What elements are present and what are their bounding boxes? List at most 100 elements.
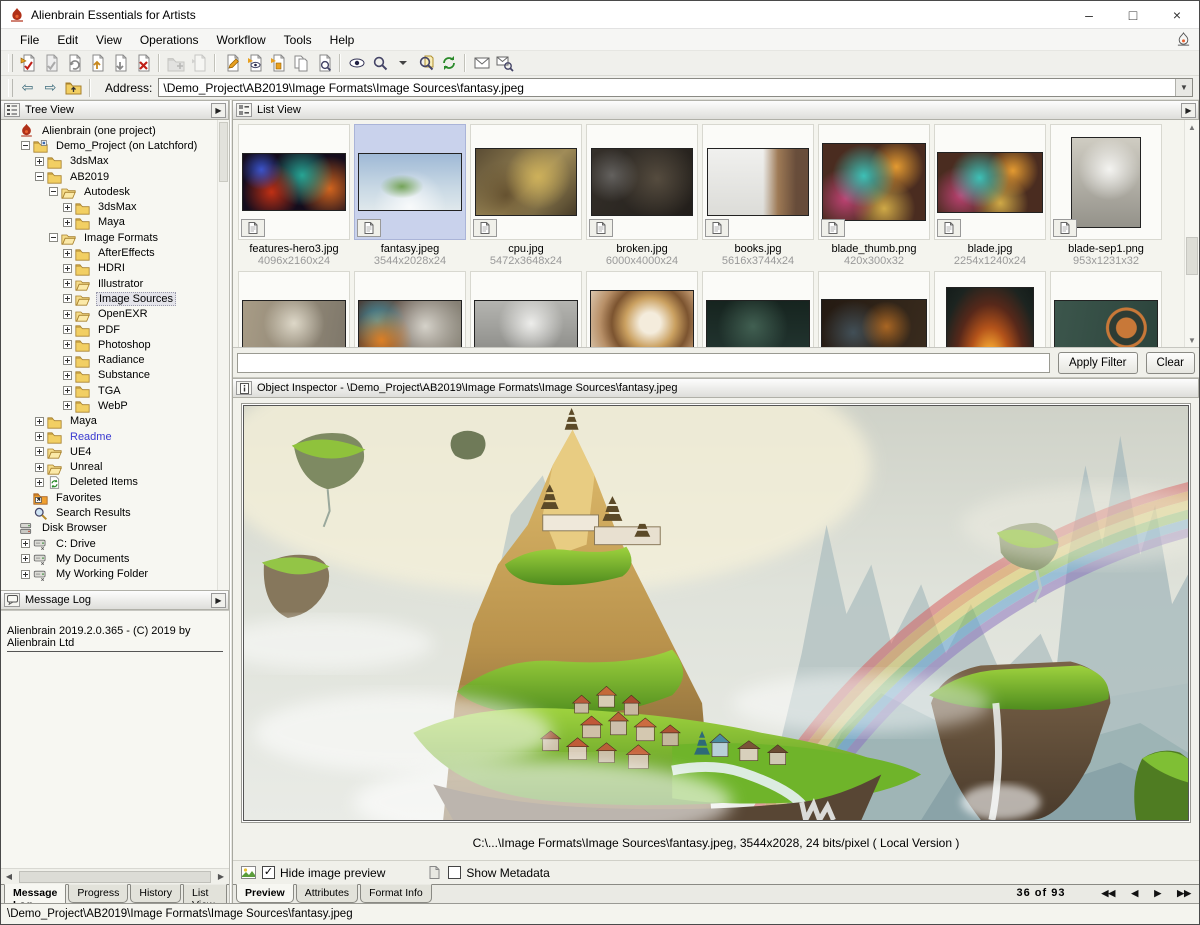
previous-item-button[interactable]: ◀ — [1123, 888, 1146, 899]
thumbnail-row2-2[interactable] — [470, 271, 582, 347]
tree-item-label[interactable]: Maya — [96, 216, 127, 228]
expand-icon[interactable] — [63, 340, 72, 349]
thumbnail-image[interactable] — [474, 300, 578, 347]
thumbnail-image[interactable] — [242, 300, 346, 347]
copy-icon[interactable] — [289, 52, 312, 74]
show-hidden-icon[interactable] — [345, 52, 368, 74]
apply-filter-button[interactable]: Apply Filter — [1058, 352, 1138, 374]
inspector-tab-format-info[interactable]: Format Info — [360, 884, 432, 903]
thumbnail-blade-sep1-png[interactable]: blade-sep1.png953x1231x32 — [1050, 124, 1162, 267]
thumbnail-image[interactable] — [946, 287, 1034, 347]
inspector-tab-attributes[interactable]: Attributes — [296, 884, 358, 903]
tree-item-3dsmax[interactable]: 3dsMax — [3, 199, 217, 214]
expand-icon[interactable] — [21, 539, 30, 548]
thumbnail-image[interactable] — [1071, 137, 1141, 228]
mail-search-icon[interactable] — [493, 52, 516, 74]
tree-item-label[interactable]: UE4 — [68, 446, 93, 458]
thumbnail-image[interactable] — [475, 148, 577, 216]
delete-icon[interactable] — [131, 52, 154, 74]
tree-item-label[interactable]: Search Results — [54, 507, 133, 519]
tree-item-label[interactable]: My Documents — [54, 553, 131, 565]
thumbnail-filename[interactable]: blade-sep1.png — [1050, 243, 1162, 255]
thumbnail-image[interactable] — [937, 152, 1043, 213]
tree-item-tga[interactable]: TGA — [3, 383, 217, 398]
thumbnail-blade_thumb-png[interactable]: blade_thumb.png420x300x32 — [818, 124, 930, 267]
tree-item-label[interactable]: Demo_Project (on Latchford) — [54, 140, 199, 152]
tree-item-maya[interactable]: Maya — [3, 215, 217, 230]
tree-item-3dsmax[interactable]: 3dsMax — [3, 154, 217, 169]
tree-item-search-results[interactable]: Search Results — [3, 505, 217, 520]
collapse-icon[interactable] — [35, 172, 44, 181]
thumbnail-image[interactable] — [358, 300, 462, 347]
menu-tools[interactable]: Tools — [275, 31, 321, 49]
inspector-tab-preview[interactable]: Preview — [236, 884, 294, 903]
minimize-button[interactable]: – — [1067, 1, 1111, 28]
thumbnail-image[interactable] — [242, 153, 346, 211]
tree-item-label[interactable]: Alienbrain (one project) — [40, 125, 158, 137]
tree-item-webp[interactable]: WebP — [3, 398, 217, 413]
checkout-icon[interactable] — [39, 52, 62, 74]
menu-help[interactable]: Help — [321, 31, 364, 49]
thumbnail-filename[interactable]: broken.jpg — [586, 243, 698, 255]
thumbnail-row2-5[interactable] — [818, 271, 930, 347]
tree-item-label[interactable]: 3dsMax — [96, 201, 139, 213]
thumbnail-filename[interactable]: cpu.jpg — [470, 243, 582, 255]
thumbnail-broken-jpg[interactable]: broken.jpg6000x4000x24 — [586, 124, 698, 267]
first-item-button[interactable]: ◀◀ — [1093, 888, 1123, 899]
tree-item-openexr[interactable]: OpenEXR — [3, 307, 217, 322]
menu-file[interactable]: File — [11, 31, 48, 49]
tree-item-autodesk[interactable]: Autodesk — [3, 184, 217, 199]
up-folder-button[interactable] — [62, 77, 85, 99]
tree-item-label[interactable]: Disk Browser — [40, 522, 109, 534]
tree-item-label[interactable]: Image Sources — [96, 292, 176, 306]
thumbnail-filename[interactable]: blade_thumb.png — [818, 243, 930, 255]
expand-icon[interactable] — [35, 478, 44, 487]
properties-icon[interactable] — [266, 52, 289, 74]
edit-file-icon[interactable] — [220, 52, 243, 74]
menu-view[interactable]: View — [87, 31, 131, 49]
thumbnail-row2-7[interactable] — [1050, 271, 1162, 347]
expand-icon[interactable] — [35, 432, 44, 441]
expand-icon[interactable] — [63, 203, 72, 212]
expand-icon[interactable] — [35, 447, 44, 456]
tree-item-my-working-folder[interactable]: My Working Folder — [3, 567, 217, 582]
message-log-hscrollbar[interactable]: ◀ ▶ — [1, 868, 229, 884]
list-panel-menu-button[interactable]: ▶ — [1181, 103, 1196, 118]
close-button[interactable]: × — [1155, 1, 1199, 28]
thumbnail-row2-0[interactable] — [238, 271, 350, 347]
dock-tab-progress[interactable]: Progress — [68, 884, 128, 903]
thumbnail-row2-1[interactable] — [354, 271, 466, 347]
thumbnail-image[interactable] — [1054, 300, 1158, 347]
get-latest-icon[interactable] — [108, 52, 131, 74]
expand-icon[interactable] — [63, 218, 72, 227]
thumbnail-fantasy-jpeg[interactable]: fantasy.jpeg3544x2028x24 — [354, 124, 466, 267]
expand-icon[interactable] — [63, 325, 72, 334]
menu-workflow[interactable]: Workflow — [208, 31, 275, 49]
collapse-icon[interactable] — [21, 141, 30, 150]
thumbnail-image[interactable] — [591, 148, 693, 216]
preview-icon[interactable] — [312, 52, 335, 74]
thumbnail-image[interactable] — [707, 148, 809, 216]
collapse-icon[interactable] — [49, 233, 58, 242]
scroll-right-icon[interactable]: ▶ — [213, 870, 229, 884]
scroll-down-icon[interactable]: ▼ — [1185, 333, 1199, 347]
expand-icon[interactable] — [63, 310, 72, 319]
expand-icon[interactable] — [63, 294, 72, 303]
tree-item-unreal[interactable]: Unreal — [3, 460, 217, 475]
address-dropdown-icon[interactable]: ▼ — [1175, 79, 1192, 96]
tree-item-label[interactable]: Maya — [68, 415, 99, 427]
hscroll-thumb[interactable] — [19, 871, 211, 883]
tree-item-favorites[interactable]: Favorites — [3, 490, 217, 505]
back-button[interactable]: ⇦ — [16, 77, 39, 99]
scroll-up-icon[interactable]: ▲ — [1185, 120, 1199, 134]
address-input[interactable] — [159, 79, 1175, 96]
thumbnail-filename[interactable]: features-hero3.jpg — [238, 243, 350, 255]
tree-item-label[interactable]: Illustrator — [96, 278, 145, 290]
expand-icon[interactable] — [35, 157, 44, 166]
expand-icon[interactable] — [63, 249, 72, 258]
expand-icon[interactable] — [63, 386, 72, 395]
address-combobox[interactable]: ▼ — [158, 78, 1193, 97]
tree-item-label[interactable]: Favorites — [54, 492, 103, 504]
thumbnail-image[interactable] — [822, 143, 926, 221]
expand-icon[interactable] — [21, 554, 30, 563]
